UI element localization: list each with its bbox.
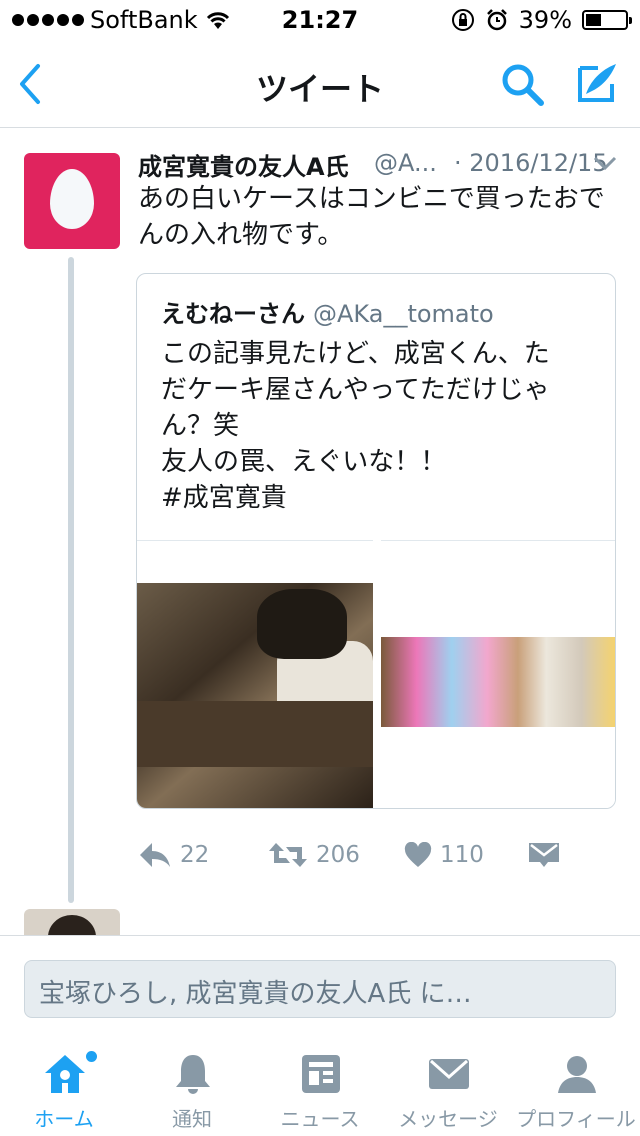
status-bar: SoftBank 21:27 39% [0,0,640,40]
quoted-author-handle: @AKa__tomato [313,300,494,328]
tab-label: ホーム [34,1107,94,1131]
quoted-line: 友人の罠、えぐいな！！ [161,447,447,477]
tab-news[interactable]: ニュース [256,1033,384,1136]
reply-count: 22 [180,842,210,868]
author-name[interactable]: 成宮寛貴の友人A氏 [138,147,349,182]
profile-icon [558,1056,596,1093]
next-tweet-avatar[interactable] [24,909,120,935]
like-button[interactable]: 110 [404,835,484,875]
battery-percent: 39% [518,6,572,34]
tab-label: メッセージ [398,1107,498,1131]
quoted-tweet-header: えむねーさん @AKa__tomato [161,294,494,329]
quoted-tweet[interactable]: えむねーさん @AKa__tomato この記事見たけど、成宮くん、た だケーキ屋… [136,273,616,809]
quoted-line: だケーキ屋さんやってただけじゃ [161,375,550,405]
tab-home[interactable]: ホーム [0,1033,128,1136]
retweet-count: 206 [316,842,360,868]
tab-messages[interactable]: メッセージ [384,1033,512,1136]
quoted-hashtag[interactable]: #成宮寛貴 [161,480,601,516]
home-icon [45,1055,85,1093]
messages-icon [429,1059,469,1089]
reply-bar: 宝塚ひろし, 成宮寛貴の友人A氏 に… [0,935,640,1033]
quoted-media [137,540,615,808]
share-button[interactable] [528,835,560,875]
tab-label: ニュース [280,1107,360,1131]
reply-button[interactable]: 22 [138,835,209,875]
photo-2[interactable] [381,540,615,808]
quoted-line: この記事見たけど、成宮くん、た [161,339,550,369]
retweet-button[interactable]: 206 [268,835,360,875]
thread-line [68,257,74,903]
tab-profile[interactable]: プロフィール [512,1033,640,1136]
tweet-date: · 2016/12/15 [454,149,608,177]
envelope-icon [529,843,559,867]
news-icon [302,1055,340,1093]
reply-input[interactable]: 宝塚ひろし, 成宮寛貴の友人A氏 に… [24,960,616,1018]
tweet-detail: 成宮寛貴の友人A氏 @A... · 2016/12/15 あの白いケースはコンビ… [0,129,640,935]
navigation-bar: ツイート [0,40,640,128]
tweet-actions: 22 206 110 [138,835,618,875]
new-tweets-indicator [86,1051,97,1062]
tab-notifications[interactable]: 通知 [128,1033,256,1136]
rotation-lock-icon [451,9,474,31]
bell-icon [176,1055,210,1094]
quoted-tweet-text: この記事見たけど、成宮くん、た だケーキ屋さんやってただけじゃ ん？笑 友人の罠… [161,336,601,516]
heart-icon [404,842,432,867]
like-count: 110 [440,842,484,868]
compose-tweet-icon[interactable] [572,58,622,108]
reply-icon [140,843,170,867]
author-handle[interactable]: @A... [374,149,437,177]
tab-bar: ホーム 通知 ニュース メッセージ プロフィール [0,1033,640,1136]
chevron-down-icon[interactable] [592,153,618,173]
search-icon[interactable] [498,60,546,108]
alarm-icon [486,9,507,31]
tweet-header: 成宮寛貴の友人A氏 @A... · 2016/12/15 [138,147,628,181]
quoted-author-name: えむねーさん [161,300,305,328]
photo-1[interactable] [137,540,373,808]
egg-icon [50,169,94,229]
battery-icon [582,10,632,30]
tab-label: 通知 [172,1107,212,1131]
quoted-line: ん？笑 [161,411,240,441]
retweet-icon [269,843,307,867]
tab-label: プロフィール [516,1107,636,1131]
tweet-text: あの白いケースはコンビニで買ったおでんの入れ物です。 [138,184,605,250]
avatar[interactable] [24,153,120,249]
reply-placeholder: 宝塚ひろし, 成宮寛貴の友人A氏 に… [39,979,472,1009]
